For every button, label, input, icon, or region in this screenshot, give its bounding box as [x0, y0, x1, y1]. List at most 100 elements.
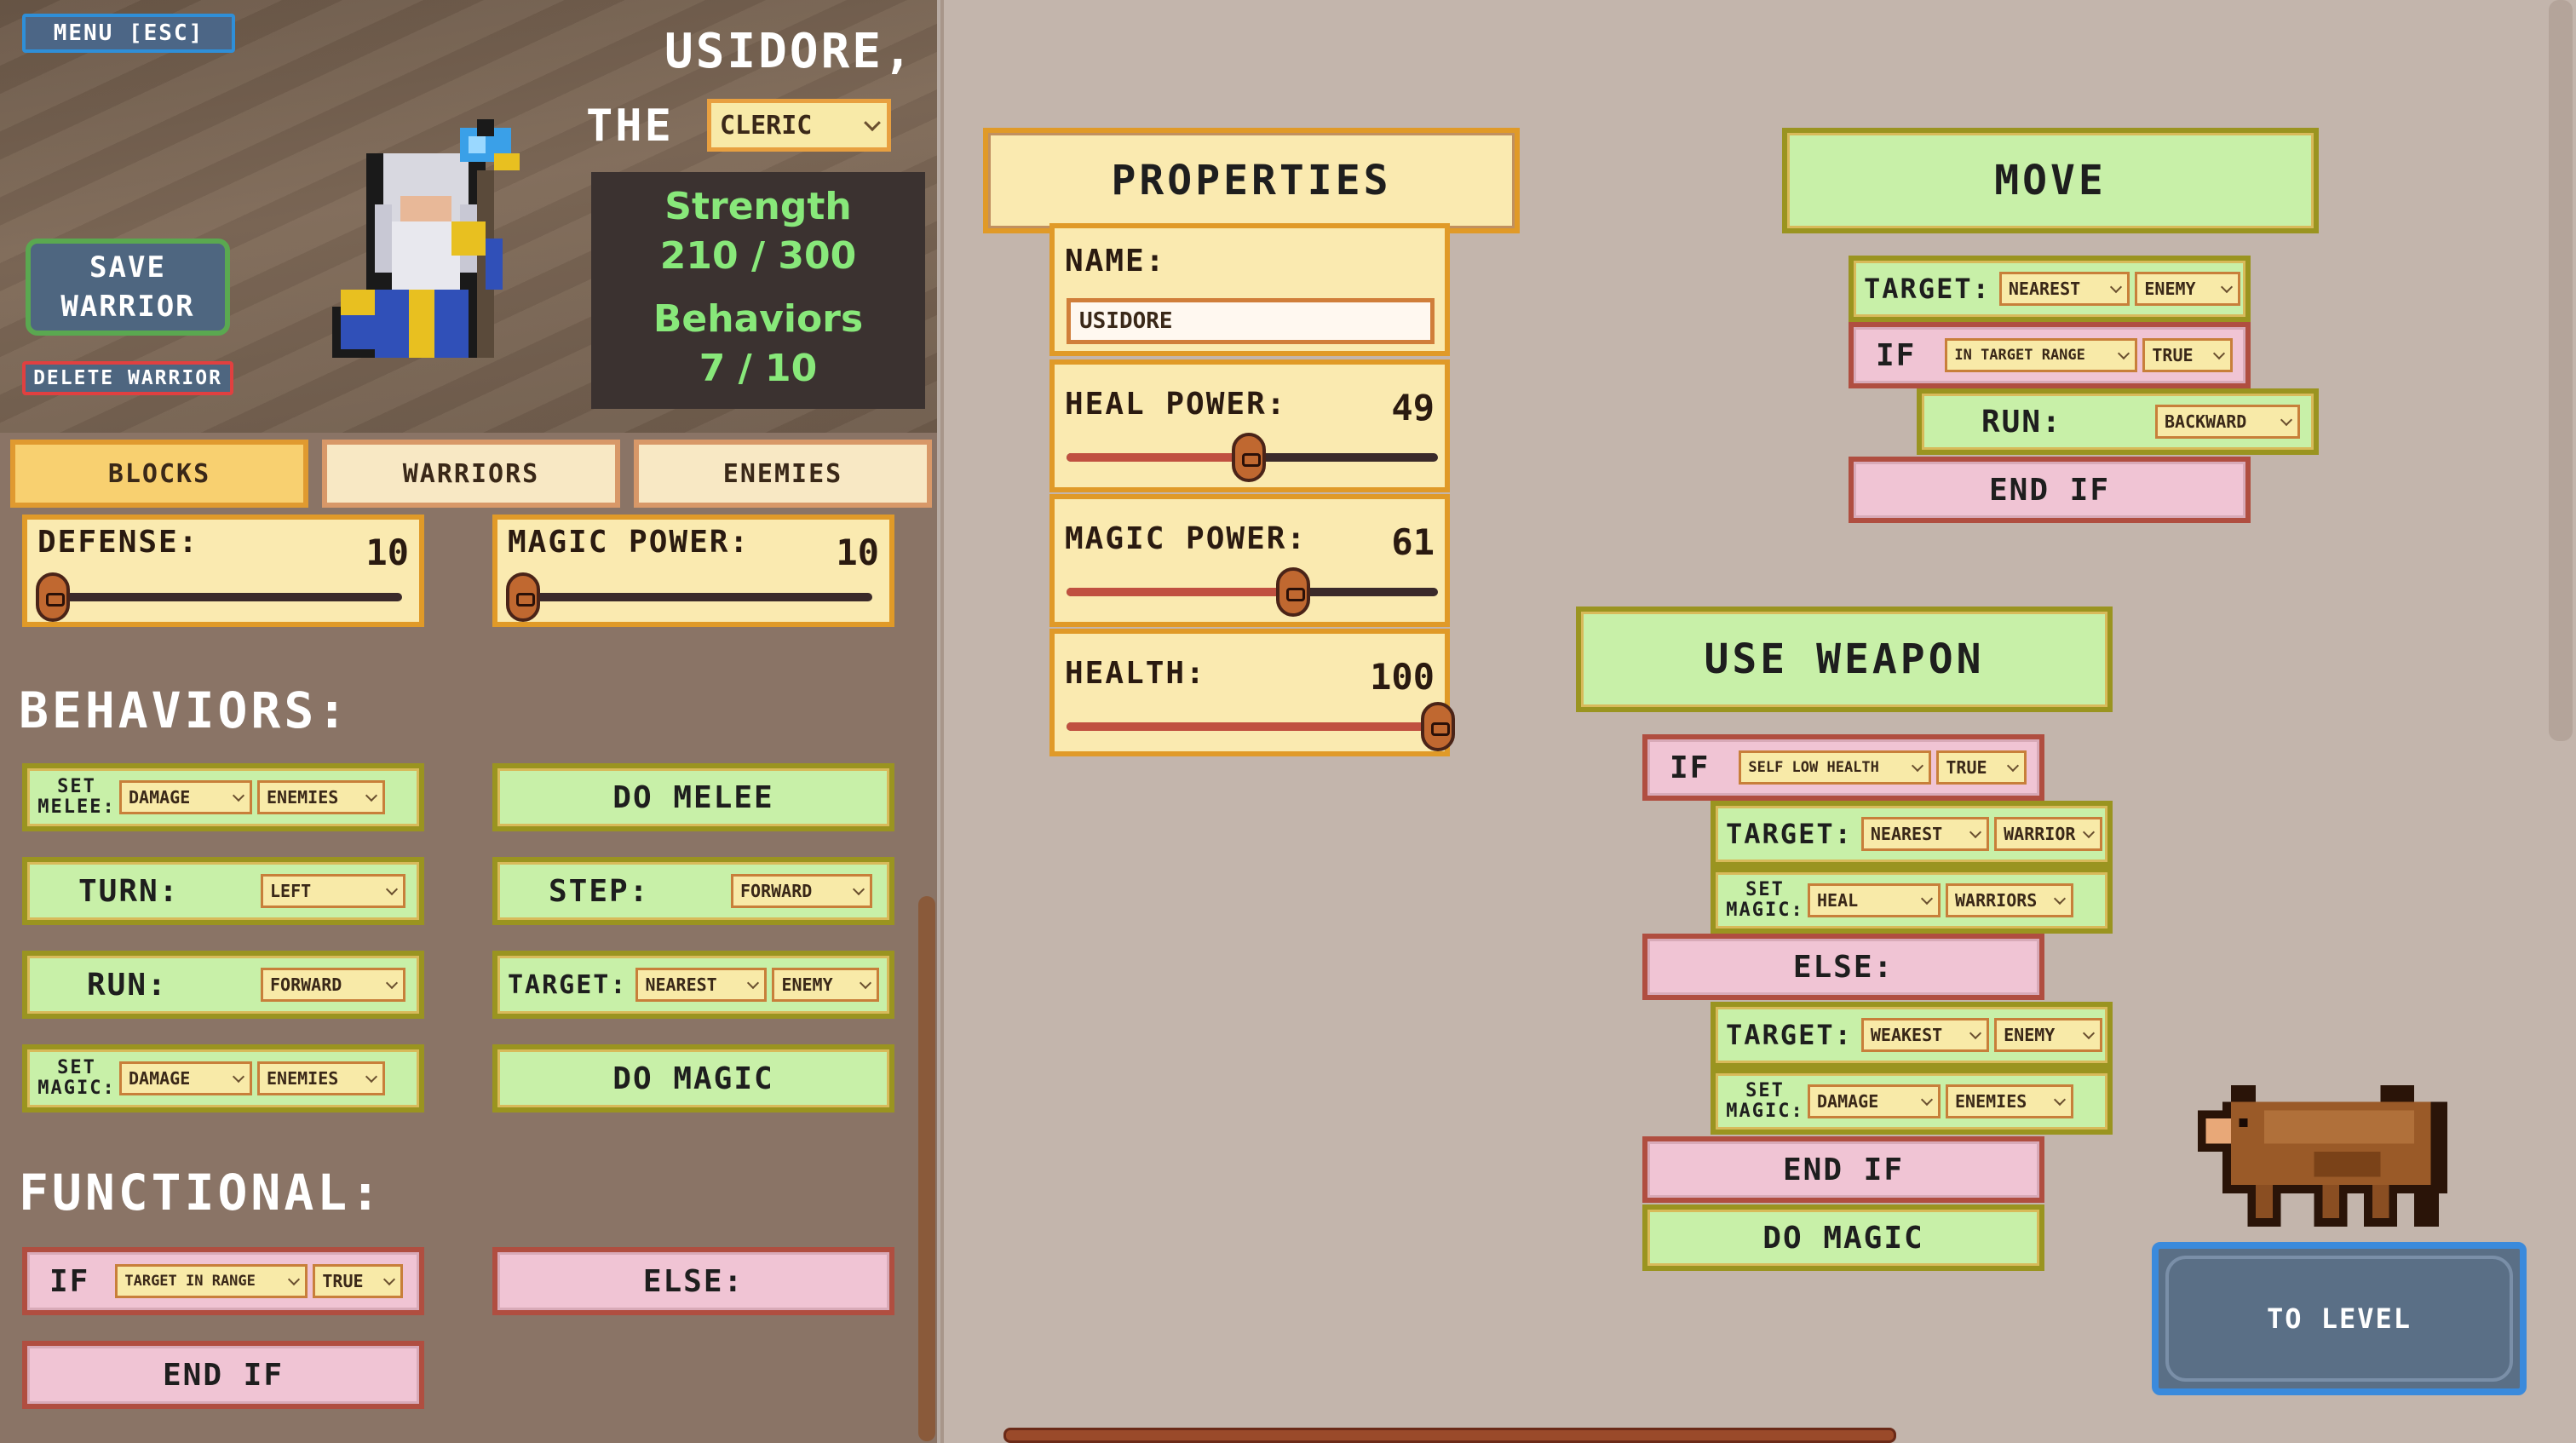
- weapon-set-magic1-type-select[interactable]: HEAL: [1808, 883, 1941, 917]
- move-run-select[interactable]: BACKWARD: [2155, 405, 2300, 439]
- health-track[interactable]: [1067, 702, 1455, 751]
- magic-power-knob-palette[interactable]: [506, 572, 540, 622]
- move-run-block[interactable]: RUN: BACKWARD: [1917, 388, 2319, 455]
- weapon-target2-kind-select[interactable]: ENEMY: [1994, 1018, 2102, 1052]
- run-block[interactable]: RUN: FORWARD: [22, 951, 424, 1019]
- weapon-set-magic2-type-select[interactable]: DAMAGE: [1808, 1084, 1941, 1118]
- set-melee-type-select[interactable]: DAMAGE: [119, 780, 252, 814]
- to-level-button[interactable]: TO LEVEL: [2152, 1242, 2527, 1395]
- weapon-target2-label: TARGET:: [1726, 1019, 1853, 1051]
- move-end-if-block[interactable]: END IF: [1849, 457, 2251, 523]
- step-select[interactable]: FORWARD: [731, 874, 872, 908]
- turn-select[interactable]: LEFT: [261, 874, 405, 908]
- weapon-target1-type-select[interactable]: NEAREST: [1860, 817, 1990, 851]
- workspace-vertical-scrollbar[interactable]: [2549, 0, 2573, 741]
- tab-blocks[interactable]: BLOCKS: [10, 440, 308, 508]
- name-input[interactable]: USIDORE: [1067, 298, 1435, 344]
- magic-power-knob[interactable]: [1275, 567, 1310, 617]
- weapon-if-bool-value: TRUE: [1946, 757, 1987, 778]
- use-weapon-header[interactable]: USE WEAPON: [1576, 607, 2113, 712]
- heal-power-slider[interactable]: HEAL POWER: 49: [1049, 359, 1450, 492]
- set-melee-label-2: MELEE:: [37, 796, 116, 818]
- heal-power-track[interactable]: [1067, 433, 1438, 482]
- weapon-if-condition-select[interactable]: SELF LOW HEALTH: [1739, 750, 1932, 785]
- defense-track[interactable]: [36, 572, 402, 622]
- turn-block[interactable]: TURN: LEFT: [22, 857, 424, 925]
- magic-power-slider[interactable]: MAGIC POWER: 61: [1049, 494, 1450, 627]
- target-type-select[interactable]: NEAREST: [635, 968, 768, 1002]
- chevron-down-icon: [1912, 759, 1924, 773]
- palette-scrollbar[interactable]: [918, 896, 935, 1441]
- weapon-set-magic1-block[interactable]: SET MAGIC: HEAL WARRIORS: [1711, 867, 2113, 934]
- weapon-set-magic2-block[interactable]: SET MAGIC: DAMAGE ENEMIES: [1711, 1068, 2113, 1135]
- move-target-kind-select[interactable]: ENEMY: [2135, 272, 2240, 306]
- move-target-block[interactable]: TARGET: NEAREST ENEMY: [1849, 256, 2251, 322]
- weapon-set-magic1-target-value: WARRIORS: [1955, 890, 2038, 911]
- else-label: ELSE:: [642, 1263, 745, 1299]
- class-select[interactable]: CLERIC: [707, 99, 891, 152]
- weapon-do-magic-block[interactable]: DO MAGIC: [1642, 1204, 2044, 1271]
- weapon-if-block[interactable]: IF SELF LOW HEALTH TRUE: [1642, 734, 2044, 801]
- weapon-else-block[interactable]: ELSE:: [1642, 934, 2044, 1000]
- menu-button[interactable]: MENU [ESC]: [22, 14, 235, 53]
- move-if-block[interactable]: IF IN TARGET RANGE TRUE: [1849, 322, 2251, 388]
- magic-power-track-palette[interactable]: [506, 572, 872, 622]
- set-melee-label: SET MELEE:: [34, 777, 119, 818]
- weapon-set-magic2-label-2: MAGIC:: [1726, 1101, 1804, 1122]
- set-melee-block[interactable]: SET MELEE: DAMAGE ENEMIES: [22, 763, 424, 831]
- weapon-end-if-block[interactable]: END IF: [1642, 1136, 2044, 1203]
- do-magic-block[interactable]: DO MAGIC: [492, 1044, 894, 1112]
- save-label-1: SAVE: [89, 250, 166, 285]
- health-knob[interactable]: [1421, 702, 1455, 751]
- weapon-target2-block[interactable]: TARGET: WEAKEST ENEMY: [1711, 1002, 2113, 1068]
- end-if-block[interactable]: END IF: [22, 1341, 424, 1409]
- target-block[interactable]: TARGET: NEAREST ENEMY: [492, 951, 894, 1019]
- save-warrior-button[interactable]: SAVE WARRIOR: [26, 239, 230, 336]
- weapon-set-magic1-label-1: SET: [1745, 879, 1785, 900]
- target-kind-value: ENEMY: [781, 974, 833, 995]
- weapon-target1-block[interactable]: TARGET: NEAREST WARRIOR: [1711, 801, 2113, 867]
- if-condition-select[interactable]: TARGET IN RANGE: [115, 1264, 308, 1298]
- set-melee-target-value: ENEMIES: [267, 787, 339, 808]
- strength-value: 210 / 300: [659, 234, 857, 278]
- chevron-down-icon: [2053, 892, 2067, 905]
- weapon-if-bool-select[interactable]: TRUE: [1936, 750, 2027, 785]
- target-type-value: NEAREST: [645, 974, 717, 995]
- tab-enemies[interactable]: ENEMIES: [634, 440, 932, 508]
- weapon-set-magic1-target-select[interactable]: WARRIORS: [1946, 883, 2073, 917]
- if-bool-select[interactable]: TRUE: [313, 1264, 404, 1298]
- move-header[interactable]: MOVE: [1782, 128, 2319, 233]
- move-if-bool-select[interactable]: TRUE: [2142, 338, 2234, 372]
- run-select[interactable]: FORWARD: [261, 968, 405, 1002]
- set-magic-block[interactable]: SET MAGIC: DAMAGE ENEMIES: [22, 1044, 424, 1112]
- weapon-target2-type-select[interactable]: WEAKEST: [1860, 1018, 1990, 1052]
- chevron-down-icon: [2220, 280, 2234, 294]
- chevron-down-icon: [1969, 1026, 1982, 1040]
- chevron-down-icon: [2118, 347, 2130, 360]
- defense-knob[interactable]: [36, 572, 70, 622]
- end-if-label: END IF: [162, 1357, 285, 1393]
- set-magic-target-select[interactable]: ENEMIES: [257, 1061, 385, 1095]
- magic-power-slider-palette[interactable]: MAGIC POWER: 10: [492, 515, 894, 627]
- weapon-target1-kind-value: WARRIOR: [2004, 824, 2076, 844]
- delete-warrior-button[interactable]: DELETE WARRIOR: [22, 361, 233, 395]
- defense-slider[interactable]: DEFENSE: 10: [22, 515, 424, 627]
- step-block[interactable]: STEP: FORWARD: [492, 857, 894, 925]
- the-label: THE: [586, 101, 674, 152]
- health-slider[interactable]: HEALTH: 100: [1049, 629, 1455, 756]
- move-if-condition-select[interactable]: IN TARGET RANGE: [1945, 338, 2138, 372]
- if-block[interactable]: IF TARGET IN RANGE TRUE: [22, 1247, 424, 1315]
- weapon-target1-kind-select[interactable]: WARRIOR: [1994, 817, 2102, 851]
- heal-power-knob[interactable]: [1231, 433, 1266, 482]
- else-block[interactable]: ELSE:: [492, 1247, 894, 1315]
- target-kind-select[interactable]: ENEMY: [772, 968, 880, 1002]
- do-melee-block[interactable]: DO MELEE: [492, 763, 894, 831]
- set-magic-type-select[interactable]: DAMAGE: [119, 1061, 252, 1095]
- magic-power-track[interactable]: [1067, 567, 1438, 617]
- stats-panel: Strength 210 / 300 Behaviors 7 / 10: [591, 172, 925, 409]
- weapon-set-magic2-target-select[interactable]: ENEMIES: [1946, 1084, 2073, 1118]
- set-melee-target-select[interactable]: ENEMIES: [257, 780, 385, 814]
- move-target-type-select[interactable]: NEAREST: [1998, 272, 2130, 306]
- workspace-horizontal-scrollbar[interactable]: [1003, 1428, 1896, 1443]
- tab-warrriors[interactable]: WARRIORS: [322, 440, 620, 508]
